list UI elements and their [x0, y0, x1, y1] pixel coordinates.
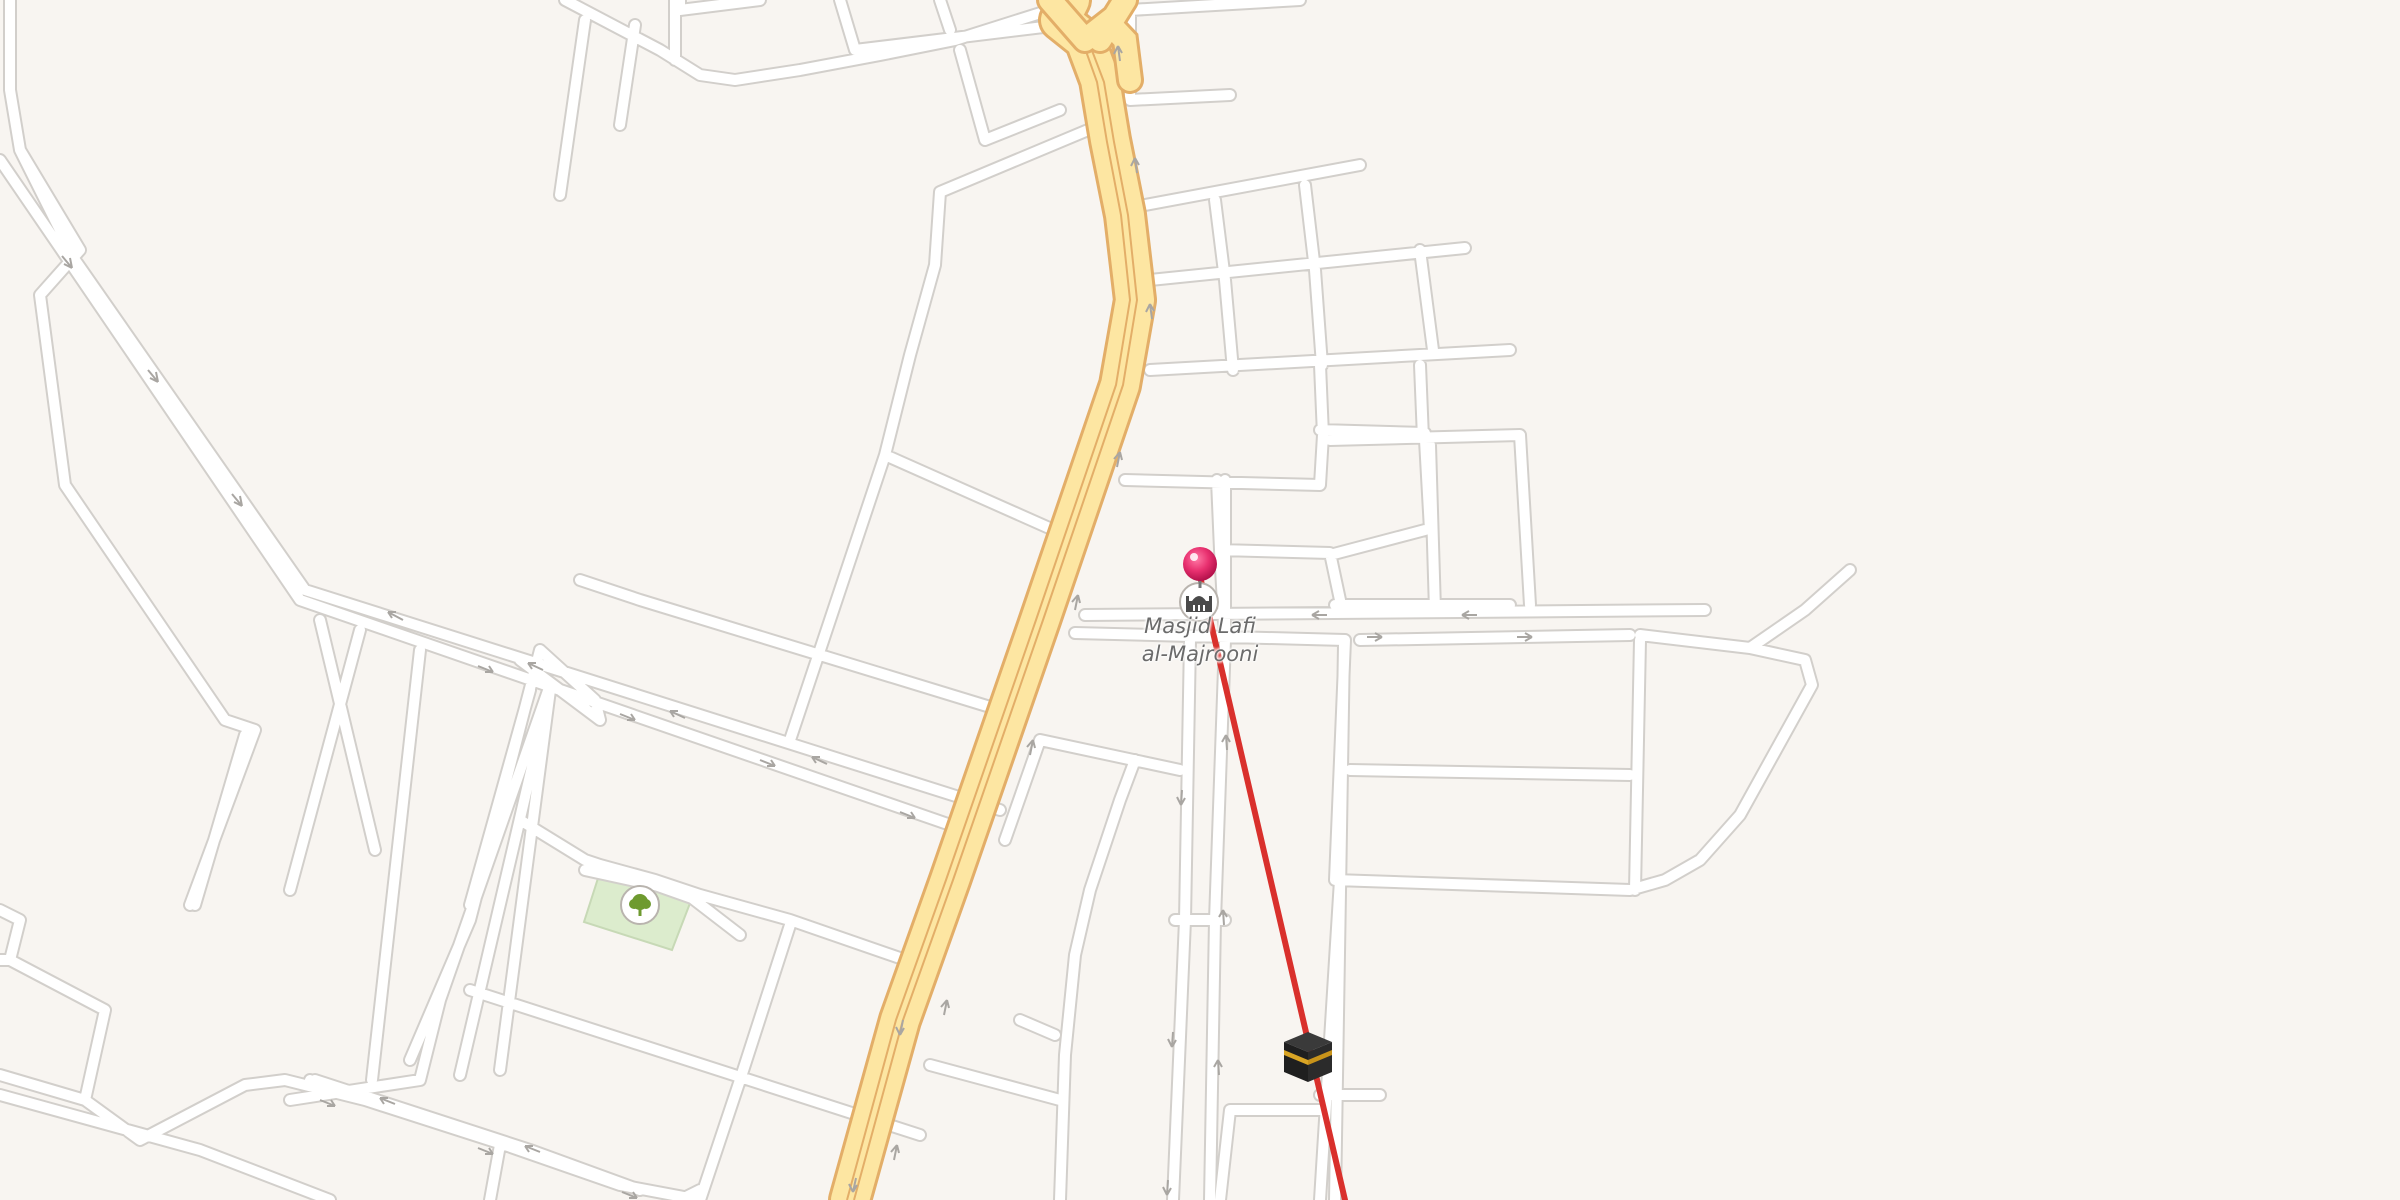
poi-name-line2: al-Majrooni [1141, 642, 1259, 666]
tree-icon[interactable] [620, 885, 660, 925]
kaaba-icon[interactable] [1280, 1028, 1336, 1084]
poi-name-line1: Masjid Lafi [1144, 614, 1256, 638]
poi-label[interactable]: Masjid Lafi al-Majrooni [1100, 612, 1300, 668]
map-canvas[interactable]: Masjid Lafi al-Majrooni [0, 0, 2400, 1200]
location-pin-icon[interactable] [1180, 544, 1220, 594]
